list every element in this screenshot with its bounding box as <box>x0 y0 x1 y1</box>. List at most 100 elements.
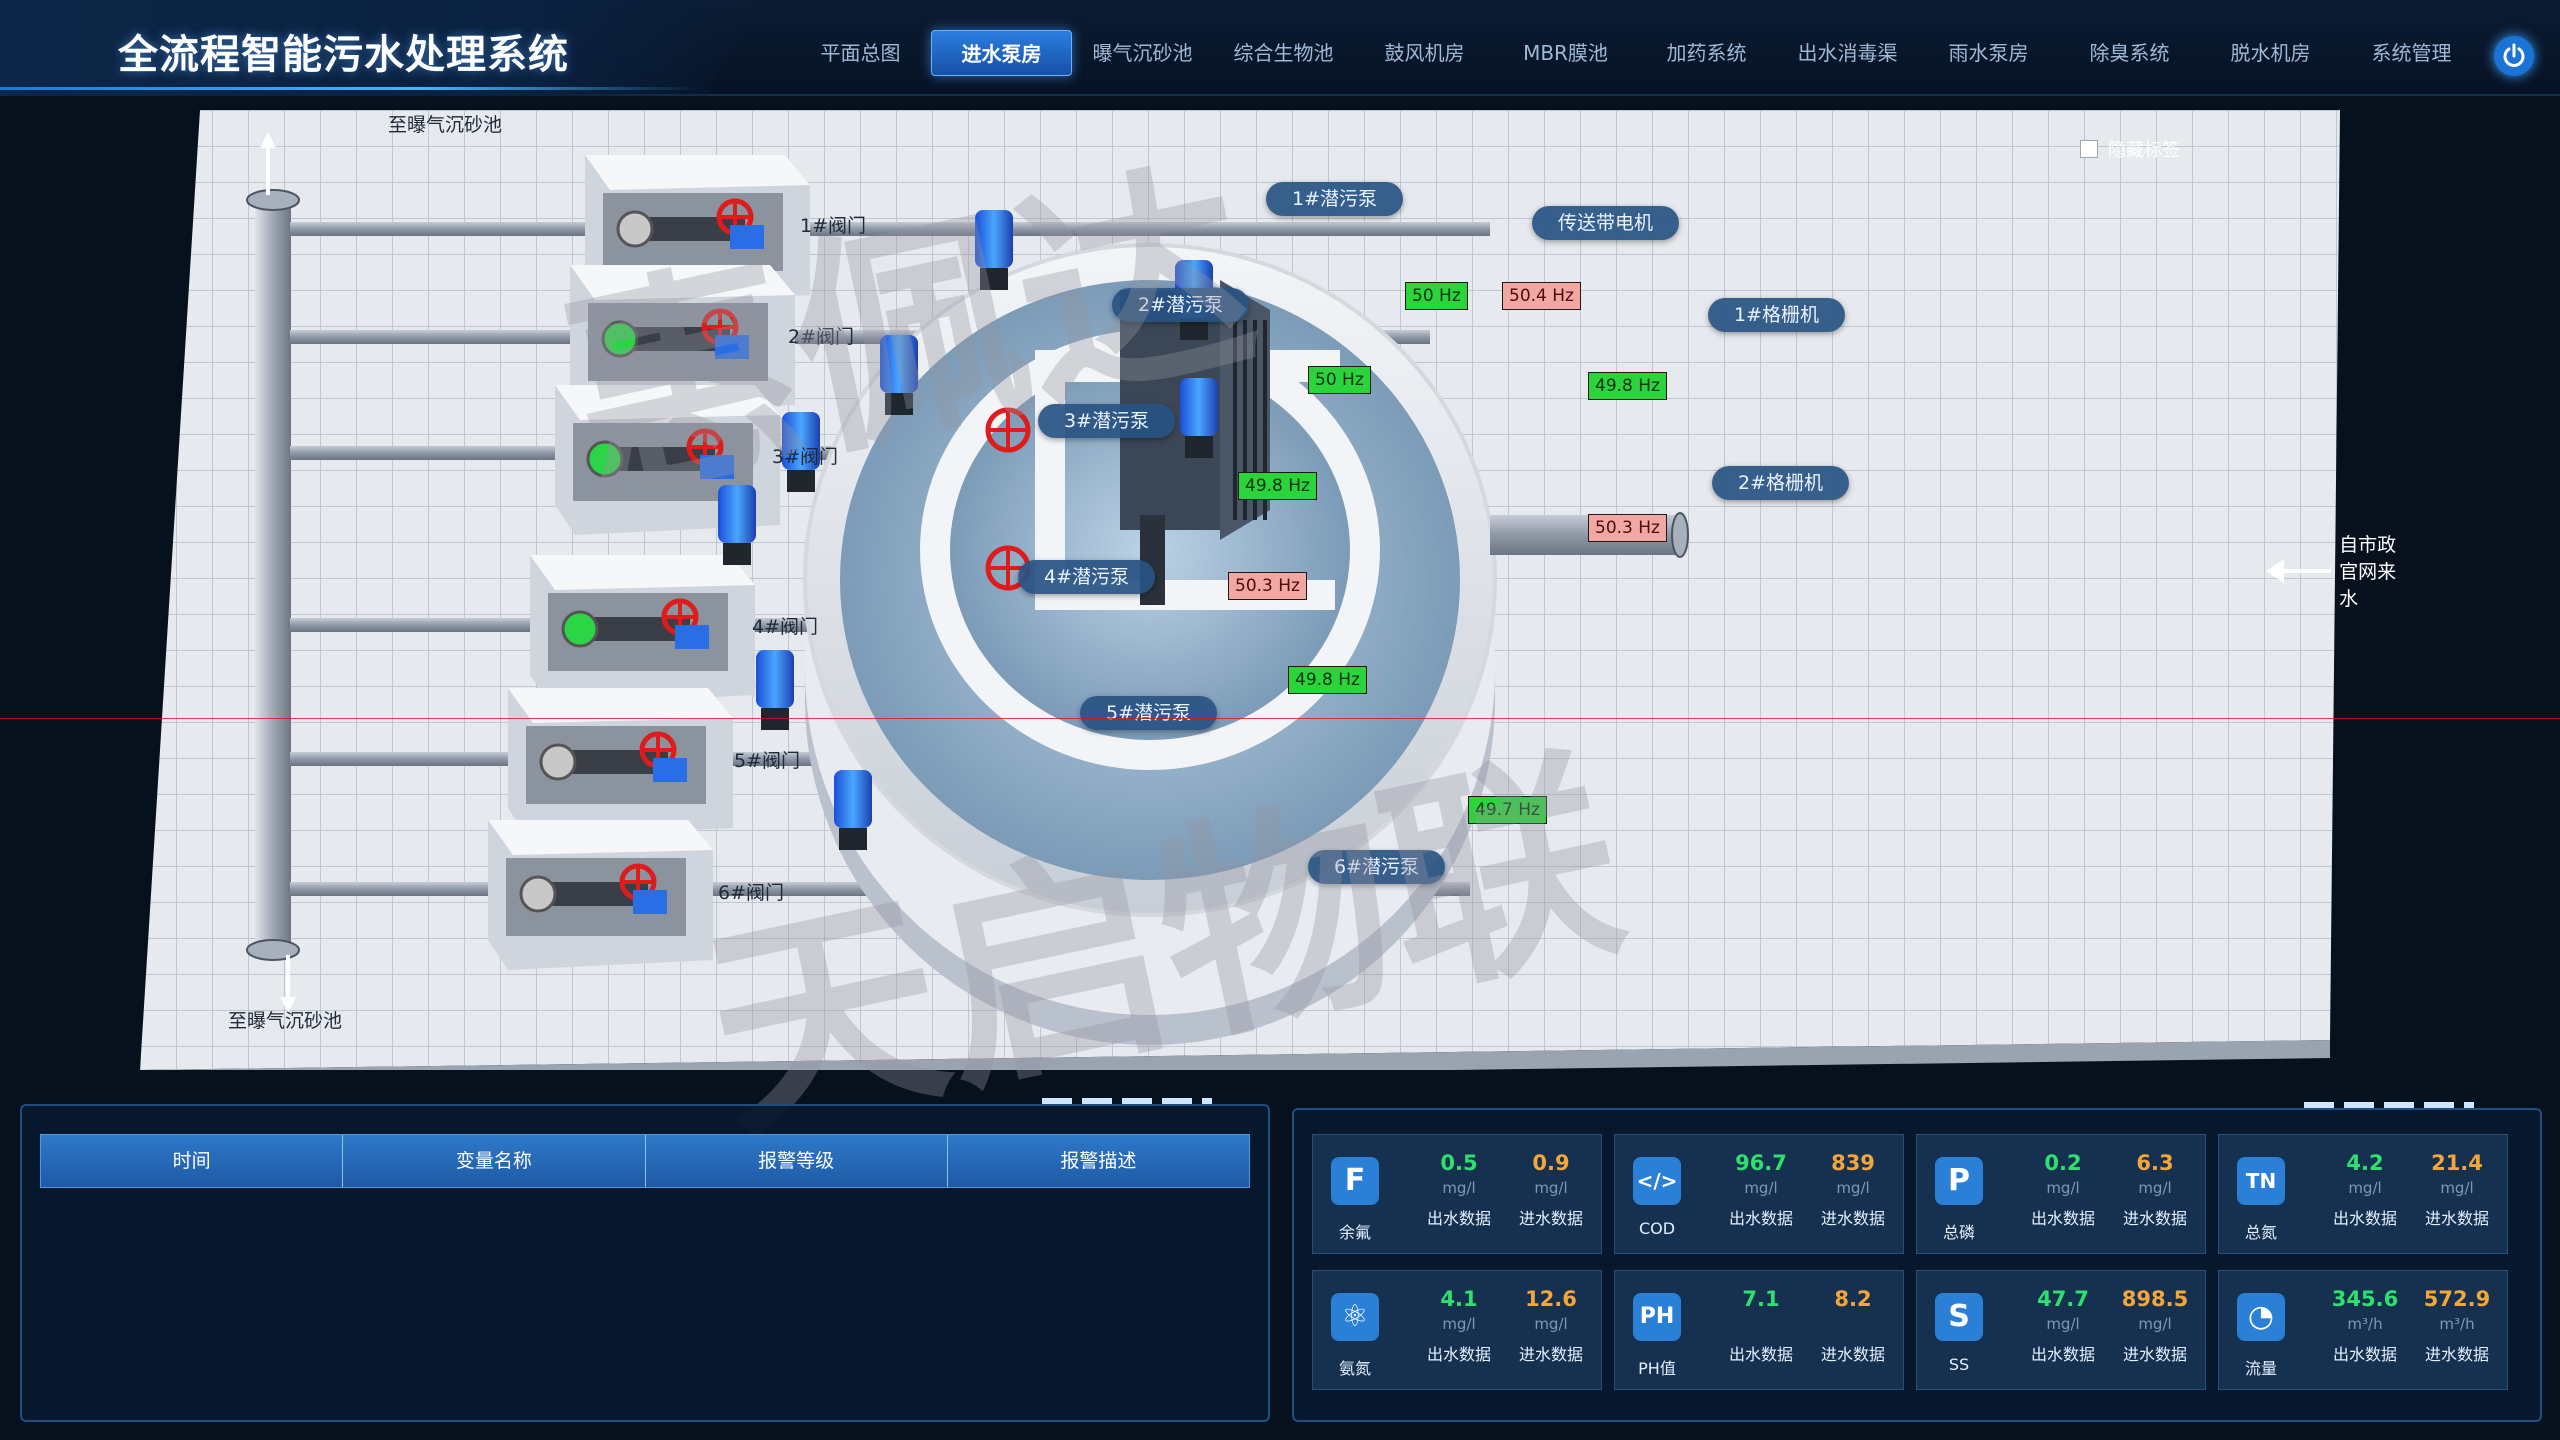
grid-2-frequency: 50.3 Hz <box>1588 514 1667 542</box>
outlet-unit: m³/h <box>2347 1315 2383 1333</box>
power-icon[interactable] <box>2494 36 2534 76</box>
nav-item-deodor[interactable]: 除臭系统 <box>2059 30 2200 76</box>
inlet-value: 6.3 <box>2136 1151 2174 1175</box>
nav-item-bio-tank[interactable]: 综合生物池 <box>1213 30 1354 76</box>
metric-name: 总磷 <box>1942 1223 1975 1242</box>
col-variable-name[interactable]: 变量名称 <box>343 1135 646 1187</box>
hide-labels-text: 隐藏标签 <box>2108 140 2180 161</box>
nav-item-aerated-grit[interactable]: 曝气沉砂池 <box>1072 30 1213 76</box>
pump-6-frequency: 49.7 Hz <box>1468 796 1547 824</box>
conveyor-motor-tag[interactable]: 传送带电机 <box>1532 206 1680 240</box>
pump-tag-4[interactable]: 4#潜污泵 <box>1018 560 1156 594</box>
outlet-value: 47.7 <box>2037 1287 2089 1311</box>
inlet-value: 21.4 <box>2431 1151 2483 1175</box>
col-alarm-level[interactable]: 报警等级 <box>646 1135 948 1187</box>
outlet-unit: mg/l <box>2046 1179 2080 1197</box>
inlet-value: 898.5 <box>2121 1287 2189 1311</box>
metric-card-cod[interactable]: </> COD 96.7 mg/l 出水数据 839 mg/l 进水数据 <box>1614 1134 1904 1254</box>
outlet-label: 出水数据 <box>1728 1345 1793 1364</box>
inlet-label: 进水数据 <box>2122 1209 2187 1228</box>
nav-item-mbr-tank[interactable]: MBR膜池 <box>1495 30 1636 76</box>
metric-name: COD <box>1638 1219 1676 1238</box>
metric-name: 总氮 <box>2244 1223 2277 1242</box>
main-nav: 平面总图 进水泵房 曝气沉砂池 综合生物池 鼓风机房 MBR膜池 加药系统 出水… <box>790 30 2482 78</box>
nav-item-blower-room[interactable]: 鼓风机房 <box>1354 30 1495 76</box>
nav-item-dosing[interactable]: 加药系统 <box>1636 30 1777 76</box>
valve-label-3: 3#阀门 <box>772 446 839 468</box>
metric-card-phosphorus[interactable]: P 总磷 0.2 mg/l 出水数据 6.3 mg/l 进水数据 <box>1916 1134 2206 1254</box>
outlet-value: 96.7 <box>1735 1151 1787 1175</box>
pump-3-frequency: 49.8 Hz <box>1238 472 1317 500</box>
metric-card-ss[interactable]: S SS 47.7 mg/l 出水数据 898.5 mg/l 进水数据 <box>1916 1270 2206 1390</box>
outlet-unit: mg/l <box>1744 1179 1778 1197</box>
outlet-unit: mg/l <box>1442 1315 1476 1333</box>
inlet-unit: mg/l <box>2440 1179 2474 1197</box>
alarm-table-body <box>40 1188 1250 1408</box>
inflow-indicator: 自市政官网来水 <box>2265 530 2407 611</box>
pump-tag-5[interactable]: 5#潜污泵 <box>1080 696 1218 730</box>
grid-1-frequency: 49.8 Hz <box>1588 372 1667 400</box>
alarm-table-header: 时间 变量名称 报警等级 报警描述 <box>40 1134 1250 1188</box>
nav-item-inlet-pump-house[interactable]: 进水泵房 <box>931 30 1072 76</box>
inlet-value: 0.9 <box>1532 1151 1570 1175</box>
hide-labels-checkbox[interactable] <box>2080 140 2098 158</box>
inlet-value: 839 <box>1831 1151 1875 1175</box>
nitrogen-icon: TN <box>2237 1157 2285 1205</box>
pump-tag-2[interactable]: 2#潜污泵 <box>1112 288 1250 322</box>
ss-icon: S <box>1935 1293 1983 1341</box>
metric-name: 余氟 <box>1338 1223 1371 1242</box>
metric-name: 流量 <box>2244 1359 2277 1378</box>
inlet-label: 进水数据 <box>1518 1345 1583 1364</box>
metric-card-flow[interactable]: ◔ 流量 345.6 m³/h 出水数据 572.9 m³/h 进水数据 <box>2218 1270 2508 1390</box>
nav-item-plan[interactable]: 平面总图 <box>790 30 931 76</box>
nav-item-rain-pump[interactable]: 雨水泵房 <box>1918 30 2059 76</box>
grid-machine-tag-1[interactable]: 1#格栅机 <box>1708 298 1846 332</box>
pump-tag-6[interactable]: 6#潜污泵 <box>1308 850 1446 884</box>
valve-label-6: 6#阀门 <box>718 882 785 904</box>
top-header: 全流程智能污水处理系统 平面总图 进水泵房 曝气沉砂池 综合生物池 鼓风机房 M… <box>0 0 2560 96</box>
ammonia-icon: ⚛ <box>1331 1293 1379 1341</box>
outlet-label: 出水数据 <box>2030 1209 2095 1228</box>
valve-label-4: 4#阀门 <box>752 616 819 638</box>
hide-labels-toggle[interactable]: 隐藏标签 <box>2080 136 2180 162</box>
metric-card-ph[interactable]: PH PH值 7.1 出水数据 8.2 进水数据 <box>1614 1270 1904 1390</box>
col-alarm-desc[interactable]: 报警描述 <box>948 1135 1249 1187</box>
valve-label-5: 5#阀门 <box>734 750 801 772</box>
outlet-value: 7.1 <box>1742 1287 1780 1311</box>
metric-card-nitrogen[interactable]: TN 总氮 4.2 mg/l 出水数据 21.4 mg/l 进水数据 <box>2218 1134 2508 1254</box>
pump-tag-1[interactable]: 1#潜污泵 <box>1266 182 1404 216</box>
metric-card-fluorine[interactable]: F 余氟 0.5 mg/l 出水数据 0.9 mg/l 进水数据 <box>1312 1134 1602 1254</box>
grid-machine-tag-2[interactable]: 2#格栅机 <box>1712 466 1850 500</box>
outlet-label: 出水数据 <box>2332 1345 2397 1364</box>
outlet-unit: mg/l <box>1442 1179 1476 1197</box>
nav-item-dewatering[interactable]: 脱水机房 <box>2200 30 2341 76</box>
inlet-unit: mg/l <box>2138 1315 2172 1333</box>
outlet-top-label: 至曝气沉砂池 <box>388 114 503 136</box>
col-time[interactable]: 时间 <box>41 1135 344 1187</box>
guide-line <box>0 718 2560 719</box>
inlet-unit: m³/h <box>2439 1315 2475 1333</box>
nav-item-disinfection[interactable]: 出水消毒渠 <box>1777 30 1918 76</box>
inlet-unit <box>1807 1315 1899 1333</box>
outlet-value: 4.1 <box>1440 1287 1478 1311</box>
inflow-label: 自市政官网来水 <box>2339 534 2397 610</box>
outlet-value: 0.5 <box>1440 1151 1478 1175</box>
outlet-unit: mg/l <box>2348 1179 2382 1197</box>
inlet-label: 进水数据 <box>1820 1209 1885 1228</box>
inlet-label: 进水数据 <box>1518 1209 1583 1228</box>
inlet-unit: mg/l <box>1836 1179 1870 1197</box>
pump-1-frequency: 50 Hz <box>1405 282 1468 310</box>
pump-house-scene: 至曝气沉砂池 至曝气沉砂池 1#阀门 2#阀门 3#阀门 4#阀门 5#阀门 6… <box>140 110 2396 1070</box>
power-glyph <box>2503 43 2525 67</box>
inlet-value: 12.6 <box>1525 1287 1577 1311</box>
metric-card-ammonia[interactable]: ⚛ 氨氮 4.1 mg/l 出水数据 12.6 mg/l 进水数据 <box>1312 1270 1602 1390</box>
outlet-label: 出水数据 <box>2332 1209 2397 1228</box>
nav-item-system-admin[interactable]: 系统管理 <box>2341 30 2482 76</box>
conveyor-frequency: 50.4 Hz <box>1502 282 1581 310</box>
outlet-label: 出水数据 <box>1728 1209 1793 1228</box>
app-title: 全流程智能污水处理系统 <box>118 32 569 78</box>
pump-2-frequency: 50 Hz <box>1308 366 1371 394</box>
fluorine-icon: F <box>1331 1157 1379 1205</box>
pump-4-frequency: 50.3 Hz <box>1228 572 1307 600</box>
pump-tag-3[interactable]: 3#潜污泵 <box>1038 404 1176 438</box>
